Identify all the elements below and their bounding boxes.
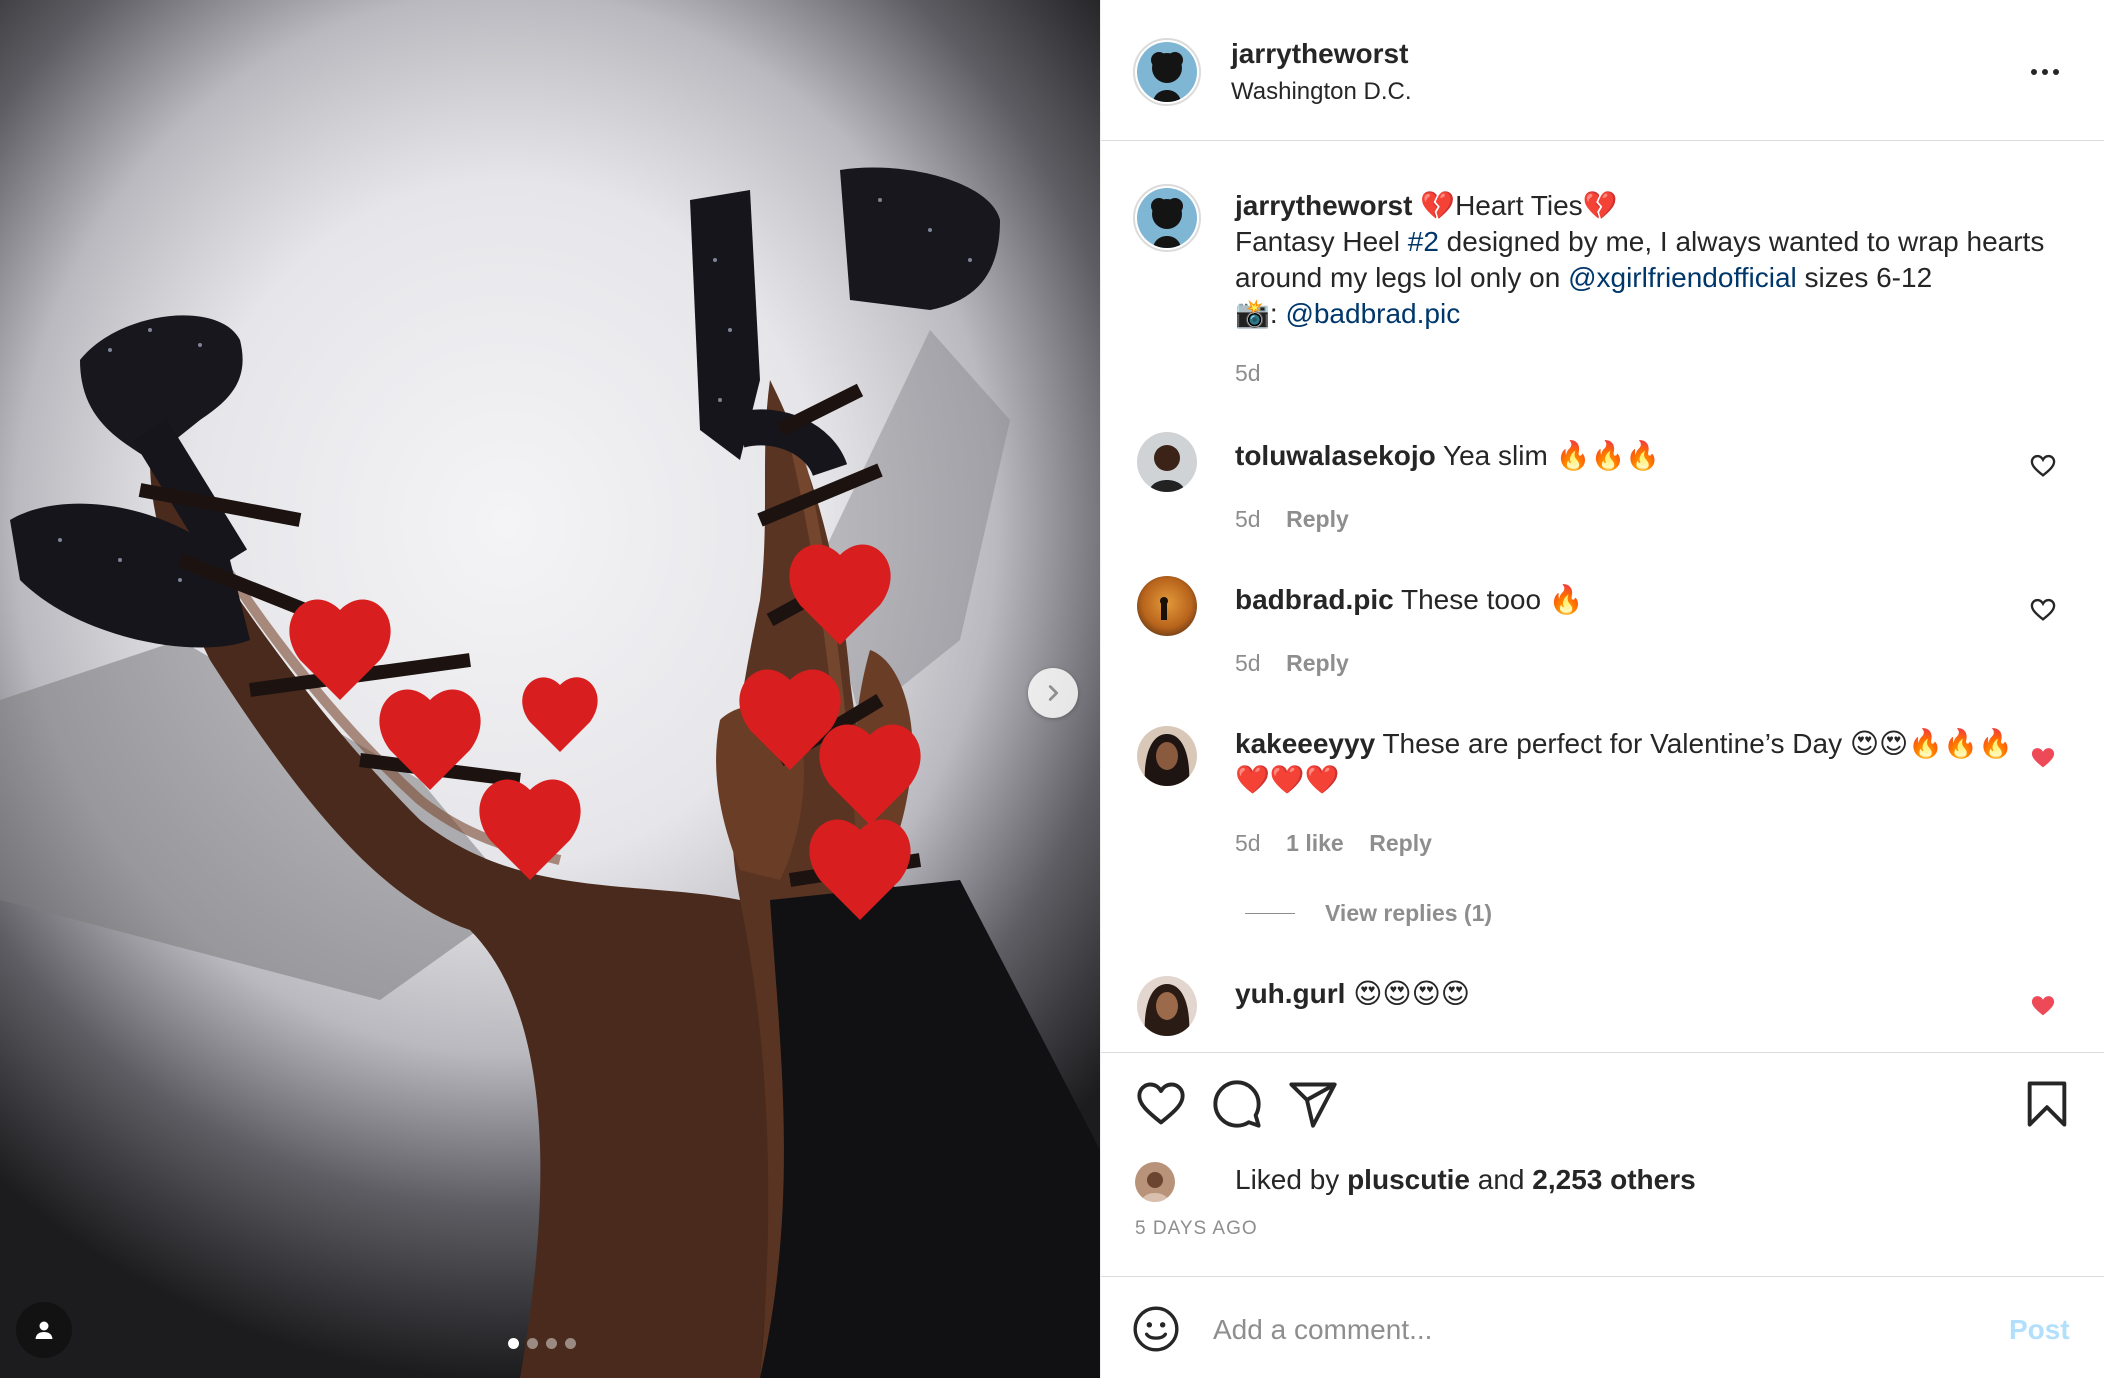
likes-others-count[interactable]: 2,253 others bbox=[1532, 1164, 1695, 1195]
hashtag-link[interactable]: #2 bbox=[1408, 226, 1439, 257]
photo-artwork bbox=[0, 167, 1100, 1378]
liker-username[interactable]: pluscutie bbox=[1347, 1164, 1470, 1195]
broken-heart-emoji: 💔 bbox=[1582, 190, 1618, 221]
comment-text: toluwalasekojo Yea slim 🔥🔥🔥 bbox=[1235, 438, 2035, 474]
comment-liked-heart-icon[interactable] bbox=[2029, 744, 2057, 772]
comment-username[interactable]: kakeeeyyy bbox=[1235, 728, 1375, 759]
carousel-dot bbox=[546, 1338, 557, 1349]
comment-meta: 5d 1 like Reply bbox=[1235, 830, 1432, 857]
post-timestamp[interactable]: 5 DAYS AGO bbox=[1135, 1218, 1258, 1240]
comment-body: Yea slim 🔥🔥🔥 bbox=[1443, 440, 1661, 471]
commenter-avatar[interactable] bbox=[1137, 432, 1197, 492]
view-replies-button[interactable]: View replies (1) bbox=[1245, 900, 1492, 927]
reply-button[interactable]: Reply bbox=[1369, 830, 1432, 856]
caption-avatar[interactable] bbox=[1137, 188, 1197, 248]
comment-body: 😍😍😍😍 bbox=[1353, 978, 1470, 1009]
comment-text: kakeeeyyy These are perfect for Valentin… bbox=[1235, 726, 2035, 798]
caption-title: Heart Ties bbox=[1455, 190, 1583, 221]
comment-age[interactable]: 5d bbox=[1235, 830, 1261, 856]
reply-button[interactable]: Reply bbox=[1286, 650, 1349, 676]
comment-meta: 5d Reply bbox=[1235, 506, 1349, 533]
reply-button[interactable]: Reply bbox=[1286, 506, 1349, 532]
comment-icon[interactable] bbox=[1211, 1078, 1263, 1130]
comments-divider bbox=[1101, 1052, 2104, 1053]
carousel-next-button[interactable] bbox=[1028, 668, 1078, 718]
mention-link[interactable]: @badbrad.pic bbox=[1285, 298, 1460, 329]
more-options-button[interactable] bbox=[2021, 52, 2069, 92]
send-icon[interactable] bbox=[1287, 1078, 1339, 1130]
comment-username[interactable]: badbrad.pic bbox=[1235, 584, 1394, 615]
comment-text: badbrad.pic These tooo 🔥 bbox=[1235, 582, 2035, 618]
likes-and: and bbox=[1470, 1164, 1533, 1195]
caption-age[interactable]: 5d bbox=[1235, 360, 1261, 387]
commenter-avatar[interactable] bbox=[1137, 976, 1197, 1036]
comment-meta: 5d Reply bbox=[1235, 650, 1349, 677]
carousel-dot bbox=[527, 1338, 538, 1349]
caption-text: sizes 6-12 bbox=[1796, 262, 1933, 293]
commenter-avatar[interactable] bbox=[1137, 726, 1197, 786]
carousel-dot bbox=[565, 1338, 576, 1349]
likes-summary: Liked by pluscutie and 2,253 others bbox=[1235, 1164, 1696, 1196]
more-horizontal-icon bbox=[2031, 69, 2037, 75]
likes-prefix: Liked by bbox=[1235, 1164, 1348, 1195]
broken-heart-emoji: 💔 bbox=[1420, 190, 1456, 221]
post-comment-button[interactable]: Post bbox=[2009, 1314, 2070, 1346]
smiley-icon[interactable] bbox=[1131, 1304, 1181, 1354]
bookmark-icon[interactable] bbox=[2021, 1078, 2073, 1130]
add-comment-input[interactable] bbox=[1213, 1308, 1953, 1352]
tagged-users-button[interactable] bbox=[16, 1302, 72, 1358]
view-replies-label: View replies (1) bbox=[1325, 900, 1493, 926]
header-divider bbox=[1101, 140, 2104, 141]
commenter-avatar[interactable] bbox=[1137, 576, 1197, 636]
caption-text: : bbox=[1269, 298, 1286, 329]
heart-icon[interactable] bbox=[1135, 1078, 1187, 1130]
comment-text: yuh.gurl 😍😍😍😍 bbox=[1235, 976, 2035, 1012]
comment-username[interactable]: toluwalasekojo bbox=[1235, 440, 1436, 471]
comment-body: These tooo 🔥 bbox=[1400, 584, 1584, 615]
post-details-panel: jarrytheworst Washington D.C. jarrythewo… bbox=[1100, 0, 2104, 1378]
mention-link[interactable]: @xgirlfriendofficial bbox=[1568, 262, 1797, 293]
replies-line bbox=[1245, 913, 1295, 914]
comment-like-heart-icon[interactable] bbox=[2029, 596, 2057, 624]
carousel-dot-active bbox=[508, 1338, 519, 1349]
post-location[interactable]: Washington D.C. bbox=[1231, 78, 1412, 106]
post-caption: jarrytheworst 💔Heart Ties💔 Fantasy Heel … bbox=[1235, 188, 2075, 332]
liker-avatar[interactable] bbox=[1135, 1162, 1175, 1202]
carousel-indicator bbox=[508, 1338, 576, 1349]
comment-like-heart-icon[interactable] bbox=[2029, 452, 2057, 480]
chevron-right-icon bbox=[1048, 685, 1059, 701]
post-photo[interactable] bbox=[0, 0, 1100, 1378]
comment-age[interactable]: 5d bbox=[1235, 506, 1261, 532]
composer-divider bbox=[1101, 1276, 2104, 1277]
caption-username[interactable]: jarrytheworst bbox=[1235, 190, 1412, 221]
comment-likes-count[interactable]: 1 like bbox=[1286, 830, 1344, 856]
comment-username[interactable]: yuh.gurl bbox=[1235, 978, 1345, 1009]
caption-text: Fantasy Heel bbox=[1235, 226, 1408, 257]
author-avatar[interactable] bbox=[1137, 42, 1197, 102]
comment-age[interactable]: 5d bbox=[1235, 650, 1261, 676]
camera-emoji: 📸 bbox=[1235, 298, 1270, 329]
person-icon bbox=[35, 1321, 53, 1339]
author-username[interactable]: jarrytheworst bbox=[1231, 38, 1408, 70]
comment-liked-heart-icon[interactable] bbox=[2029, 992, 2057, 1020]
